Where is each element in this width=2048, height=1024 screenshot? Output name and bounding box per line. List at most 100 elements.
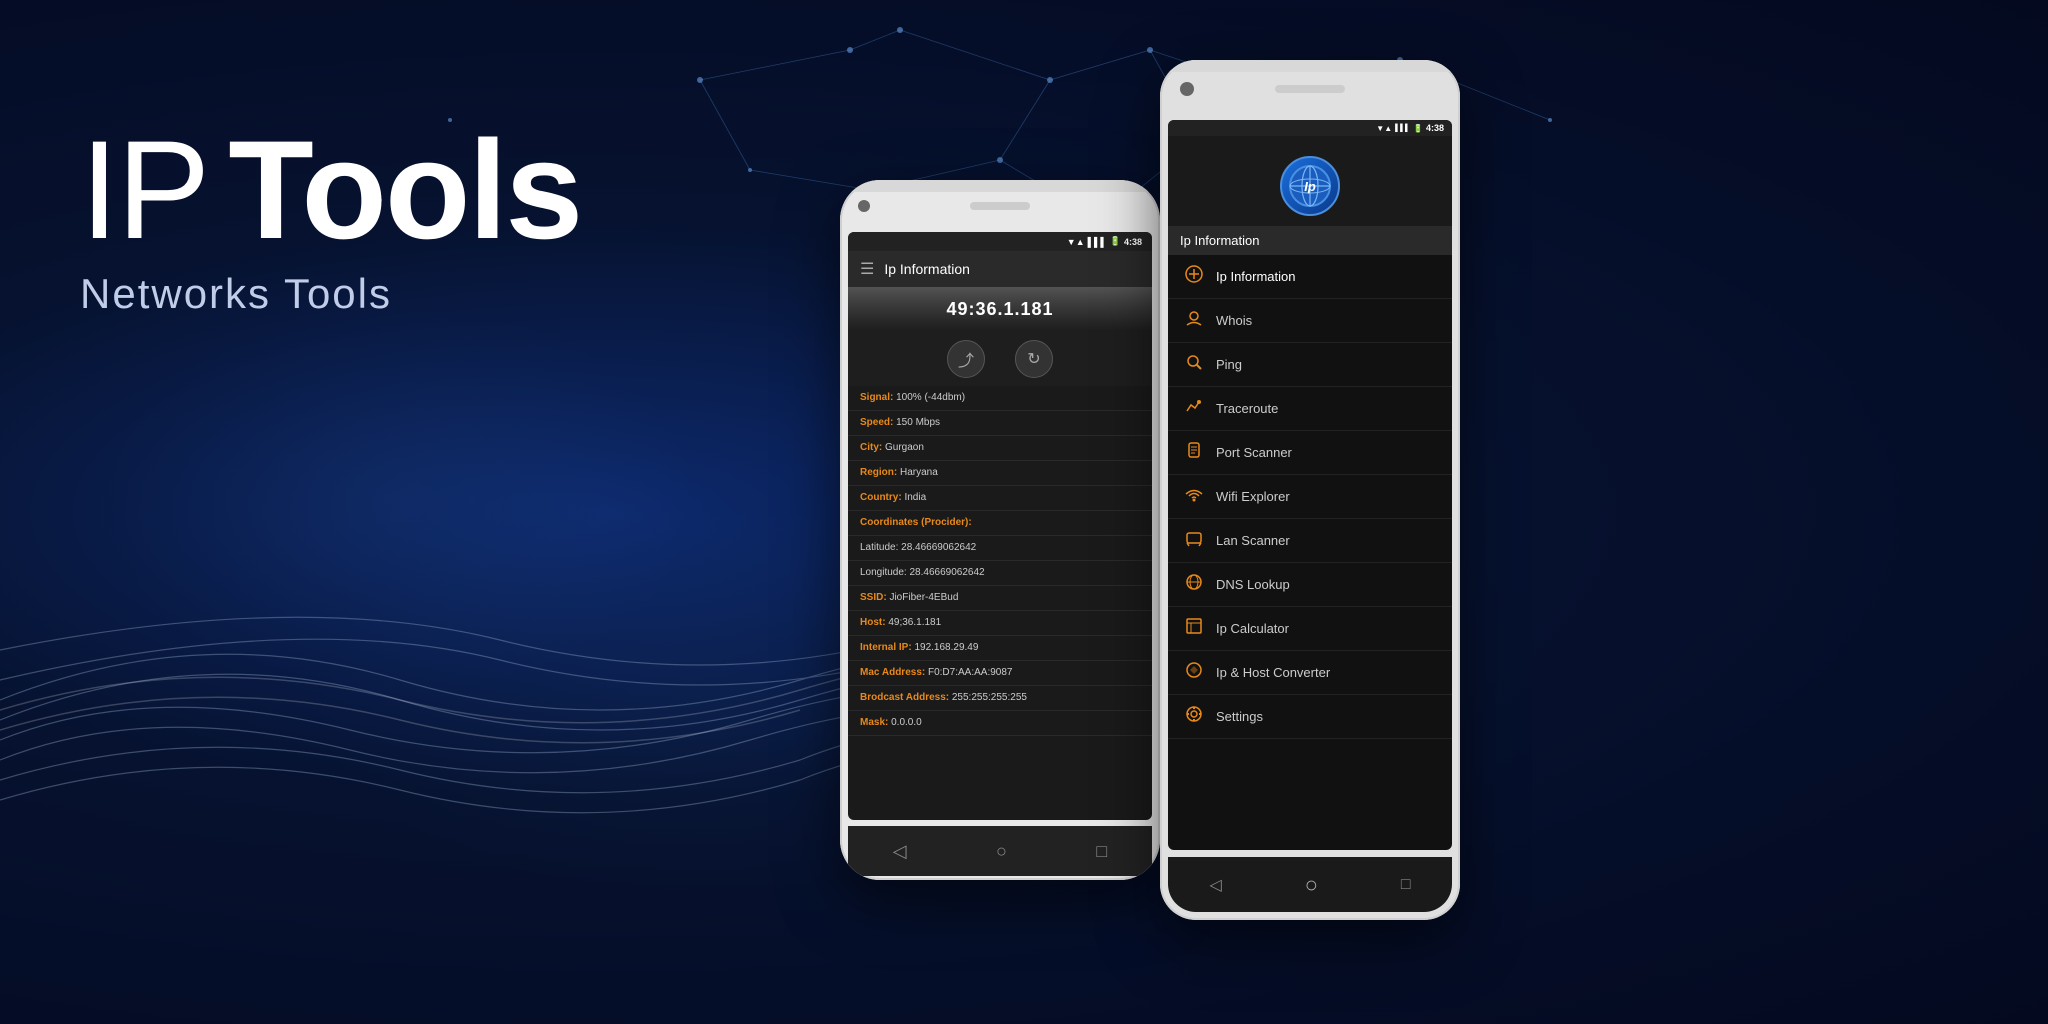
- home-nav-button[interactable]: ○: [996, 841, 1007, 862]
- menu-icon-9: [1184, 661, 1204, 684]
- power-button-2: [1459, 200, 1460, 260]
- info-label: Coordinates (Procider):: [860, 517, 972, 528]
- menu-header: Ip: [1168, 136, 1452, 226]
- info-value: Longitude: 28.46669062642: [860, 567, 985, 578]
- speaker-2: [1275, 85, 1345, 93]
- status-icons-2: ▼▲ ▌▌▌ 🔋 4:38: [1376, 123, 1444, 133]
- menu-item-label: Ip & Host Converter: [1216, 665, 1330, 680]
- signal-icon: ▌▌▌: [1088, 237, 1107, 247]
- menu-item-label: Lan Scanner: [1216, 533, 1290, 548]
- signal-2: ▌▌▌: [1395, 125, 1410, 132]
- menu-item-lan-scanner[interactable]: Lan Scanner: [1168, 519, 1452, 563]
- info-label: City:: [860, 442, 885, 453]
- recents-nav-2[interactable]: □: [1401, 876, 1411, 894]
- info-row: Internal IP: 192.168.29.49: [848, 636, 1152, 661]
- back-nav-button[interactable]: ◁: [893, 841, 907, 862]
- hero-subtitle: Networks Tools: [80, 270, 581, 318]
- menu-item-ip-calculator[interactable]: Ip Calculator: [1168, 607, 1452, 651]
- vol-down-2: [1160, 288, 1161, 333]
- back-nav-2[interactable]: ◁: [1209, 875, 1221, 895]
- menu-list: Ip Information Whois Ping Traceroute Port Sc…: [1168, 255, 1452, 739]
- menu-item-label: Traceroute: [1216, 401, 1278, 416]
- phone1-screen: ▼▲ ▌▌▌ 🔋 4:38 ☰ Ip Information 49:36.1.1…: [848, 232, 1152, 820]
- hero-title-line: IP Tools: [80, 120, 581, 260]
- menu-icon-1: [1184, 309, 1204, 332]
- battery-2: 🔋: [1413, 124, 1423, 133]
- menu-item-label: Ip Calculator: [1216, 621, 1289, 636]
- status-time: 4:38: [1124, 237, 1142, 247]
- info-row: Host: 49;36.1.181: [848, 611, 1152, 636]
- menu-item-label: Ping: [1216, 357, 1242, 372]
- menu-item-dns-lookup[interactable]: DNS Lookup: [1168, 563, 1452, 607]
- info-row: Longitude: 28.46669062642: [848, 561, 1152, 586]
- menu-item-label: Ip Information: [1216, 269, 1296, 284]
- menu-item-label: Port Scanner: [1216, 445, 1292, 460]
- info-value: 49;36.1.181: [888, 617, 941, 628]
- title-tools: Tools: [228, 120, 581, 260]
- menu-item-traceroute[interactable]: Traceroute: [1168, 387, 1452, 431]
- info-label: Host:: [860, 617, 888, 628]
- info-label: Brodcast Address:: [860, 692, 952, 703]
- status-bar-phone2: ▼▲ ▌▌▌ 🔋 4:38: [1168, 120, 1452, 136]
- status-time-2: 4:38: [1426, 123, 1444, 133]
- info-label: Signal:: [860, 392, 896, 403]
- vol-up-2: [1160, 230, 1161, 275]
- phone2-frame: ▼▲ ▌▌▌ 🔋 4:38 Ip: [1160, 60, 1460, 920]
- info-row: Speed: 150 Mbps: [848, 411, 1152, 436]
- menu-icon-3: [1184, 397, 1204, 420]
- phone1-frame: ▼▲ ▌▌▌ 🔋 4:38 ☰ Ip Information 49:36.1.1…: [840, 180, 1160, 880]
- phone1-container: ▼▲ ▌▌▌ 🔋 4:38 ☰ Ip Information 49:36.1.1…: [840, 180, 1160, 880]
- menu-item-label: DNS Lookup: [1216, 577, 1290, 592]
- menu-item-settings[interactable]: Settings: [1168, 695, 1452, 739]
- info-row: SSID: JioFiber-4EBud: [848, 586, 1152, 611]
- menu-item-label: Settings: [1216, 709, 1263, 724]
- menu-item-wifi-explorer[interactable]: Wifi Explorer: [1168, 475, 1452, 519]
- wifi-icon-2: ▼▲: [1376, 124, 1392, 133]
- refresh-icon: ↻: [1027, 349, 1040, 369]
- svg-text:Ip: Ip: [1304, 179, 1316, 194]
- action-buttons-row: ⤴ ↻: [848, 332, 1152, 386]
- info-list: Signal: 100% (-44dbm)Speed: 150 MbpsCity…: [848, 386, 1152, 736]
- hero-section: IP Tools Networks Tools: [80, 120, 581, 318]
- app-logo: Ip: [1280, 156, 1340, 216]
- menu-icon-4: [1184, 441, 1204, 464]
- info-label: Mask:: [860, 717, 891, 728]
- bottom-nav-phone1: ◁ ○ □: [848, 826, 1152, 876]
- speaker: [970, 202, 1030, 210]
- menu-icon-6: [1184, 529, 1204, 552]
- info-label: SSID:: [860, 592, 889, 603]
- info-row: Signal: 100% (-44dbm): [848, 386, 1152, 411]
- menu-item-ip-&-host-converter[interactable]: Ip & Host Converter: [1168, 651, 1452, 695]
- info-value: 192.168.29.49: [914, 642, 978, 653]
- info-label: Region:: [860, 467, 900, 478]
- globe-icon: Ip: [1288, 164, 1332, 208]
- share-button[interactable]: ⤴: [947, 340, 985, 378]
- hamburger-icon[interactable]: ☰: [860, 259, 874, 279]
- share-icon: ⤴: [958, 347, 974, 371]
- info-value: Latitude: 28.46669062642: [860, 542, 976, 553]
- menu-item-ip-information[interactable]: Ip Information: [1168, 255, 1452, 299]
- info-row: Mask: 0.0.0.0: [848, 711, 1152, 736]
- info-value: 0.0.0.0: [891, 717, 922, 728]
- app-bar-title-phone2: Ip Information: [1180, 233, 1260, 248]
- ip-address-display: 49:36.1.181: [860, 299, 1140, 320]
- recents-nav-button[interactable]: □: [1096, 841, 1107, 862]
- menu-item-ping[interactable]: Ping: [1168, 343, 1452, 387]
- info-label: Speed:: [860, 417, 896, 428]
- info-value: F0:D7:AA:AA:9087: [928, 667, 1013, 678]
- app-bar-title-phone1: Ip Information: [884, 261, 970, 277]
- front-camera: [858, 200, 870, 212]
- info-value: Haryana: [900, 467, 938, 478]
- title-ip: IP: [80, 120, 208, 260]
- home-nav-2[interactable]: ○: [1305, 872, 1318, 898]
- wifi-icon: ▼▲: [1067, 237, 1085, 247]
- info-value: India: [904, 492, 926, 503]
- info-row: City: Gurgaon: [848, 436, 1152, 461]
- info-row: Mac Address: F0:D7:AA:AA:9087: [848, 661, 1152, 686]
- info-value: 150 Mbps: [896, 417, 940, 428]
- refresh-button[interactable]: ↻: [1015, 340, 1053, 378]
- menu-item-whois[interactable]: Whois: [1168, 299, 1452, 343]
- menu-icon-10: [1184, 705, 1204, 728]
- menu-item-port-scanner[interactable]: Port Scanner: [1168, 431, 1452, 475]
- menu-icon-5: [1184, 485, 1204, 508]
